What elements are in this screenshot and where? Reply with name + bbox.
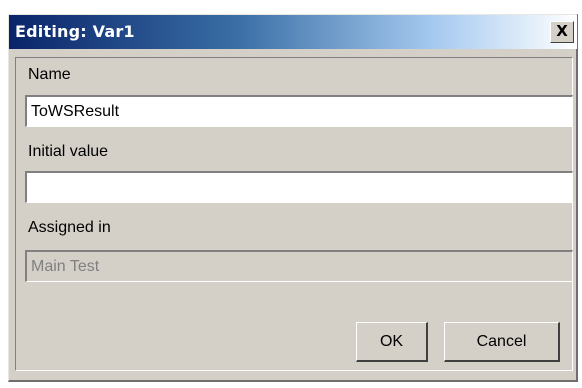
name-label: Name <box>28 66 71 83</box>
assigned-in-label: Assigned in <box>28 219 111 236</box>
title-bar[interactable]: Editing: Var1 <box>9 15 577 49</box>
initial-value-label: Initial value <box>28 143 109 160</box>
assigned-in-field <box>25 250 573 282</box>
name-field[interactable] <box>25 95 573 127</box>
close-icon: X <box>556 22 568 40</box>
dialog-title: Editing: Var1 <box>15 22 135 41</box>
cancel-button[interactable]: Cancel <box>444 322 560 362</box>
close-button[interactable]: X <box>550 21 574 43</box>
initial-value-field[interactable] <box>25 171 573 203</box>
ok-button[interactable]: OK <box>356 322 428 362</box>
